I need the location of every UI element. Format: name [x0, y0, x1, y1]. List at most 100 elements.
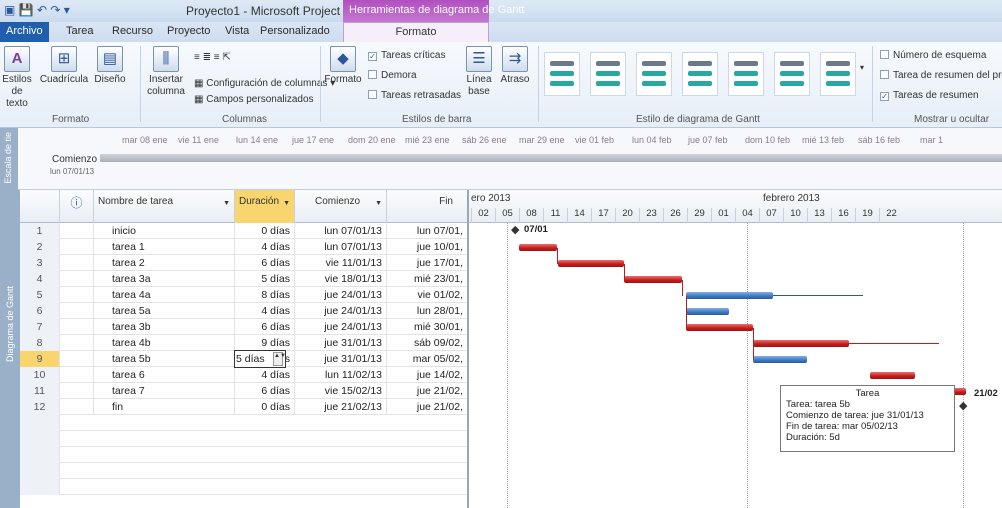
duration-edit-field[interactable]: 5 días ▲▼: [234, 350, 286, 368]
gridlines-button[interactable]: ⊞ Cuadrícula: [38, 46, 90, 86]
task-bar[interactable]: [753, 356, 807, 363]
summary-tasks-checkbox[interactable]: ✓ Tareas de resumen: [880, 90, 979, 102]
finish-cell[interactable]: jue 10/01,: [387, 239, 467, 255]
finish-cell[interactable]: lun 07/01,: [387, 223, 467, 239]
duration-cell[interactable]: 6 días: [235, 319, 295, 335]
gantt-style-1[interactable]: [544, 52, 580, 96]
duration-cell[interactable]: 4 días: [235, 239, 295, 255]
start-cell[interactable]: lun 07/01/13: [295, 239, 387, 255]
duration-cell[interactable]: 9 días: [235, 335, 295, 351]
table-row[interactable]: 6 tarea 5a 4 días jue 24/01/13 lun 28/01,: [20, 303, 467, 319]
gallery-more-icon[interactable]: ▾: [860, 62, 864, 74]
row-number[interactable]: 4: [20, 271, 60, 287]
dropdown-arrow-icon[interactable]: ▼: [375, 200, 382, 207]
start-cell[interactable]: jue 24/01/13: [295, 319, 387, 335]
start-cell[interactable]: lun 11/02/13: [295, 367, 387, 383]
gantt-style-7[interactable]: [820, 52, 856, 96]
format-button[interactable]: ◆ Formato: [324, 46, 362, 86]
critical-tasks-checkbox[interactable]: ✓ Tareas críticas: [368, 50, 445, 62]
finish-cell[interactable]: mié 23/01,: [387, 271, 467, 287]
task-name-cell[interactable]: tarea 6: [94, 367, 235, 383]
info-icon[interactable]: ⓘ: [60, 190, 94, 223]
finish-cell[interactable]: jue 14/02,: [387, 367, 467, 383]
task-bar[interactable]: [624, 276, 682, 283]
finish-cell[interactable]: vie 01/02,: [387, 287, 467, 303]
text-styles-button[interactable]: A Estilos de texto: [0, 46, 34, 110]
header-task-name[interactable]: Nombre de tarea ▼: [94, 190, 235, 223]
dropdown-arrow-icon[interactable]: ▼: [283, 200, 290, 207]
finish-cell[interactable]: jue 21/02,: [387, 383, 467, 399]
start-cell[interactable]: jue 21/02/13: [295, 399, 387, 415]
row-number[interactable]: 5: [20, 287, 60, 303]
empty-row[interactable]: [20, 479, 467, 495]
late-tasks-checkbox[interactable]: Tareas retrasadas: [368, 90, 461, 102]
start-cell[interactable]: jue 24/01/13: [295, 303, 387, 319]
empty-row[interactable]: [20, 463, 467, 479]
milestone-diamond-icon[interactable]: ◆: [959, 401, 967, 412]
gantt-style-4[interactable]: [682, 52, 718, 96]
empty-row[interactable]: [20, 447, 467, 463]
timeline-bar[interactable]: [100, 154, 1002, 162]
duration-cell[interactable]: 4 días: [235, 367, 295, 383]
row-number[interactable]: 12: [20, 399, 60, 415]
finish-cell[interactable]: jue 17/01,: [387, 255, 467, 271]
slippage-button[interactable]: ⇉ Atraso: [498, 46, 532, 86]
start-cell[interactable]: jue 24/01/13: [295, 287, 387, 303]
duration-cell[interactable]: 5 días: [235, 271, 295, 287]
task-bar[interactable]: [870, 372, 915, 379]
task-name-cell[interactable]: tarea 3a: [94, 271, 235, 287]
tab-recurso[interactable]: Recurso: [112, 25, 153, 37]
finish-cell[interactable]: mié 30/01,: [387, 319, 467, 335]
project-summary-checkbox[interactable]: Tarea de resumen del pro: [880, 70, 1002, 82]
slack-checkbox[interactable]: Demora: [368, 70, 417, 82]
finish-cell[interactable]: lun 28/01,: [387, 303, 467, 319]
align-icons[interactable]: ≡ ≣ ≡ ⇱: [194, 52, 231, 64]
empty-row[interactable]: [20, 431, 467, 447]
header-duration[interactable]: Duración ▼: [235, 190, 295, 223]
table-row[interactable]: 7 tarea 3b 6 días jue 24/01/13 mié 30/01,: [20, 319, 467, 335]
task-table[interactable]: ⓘ Nombre de tarea ▼ Duración ▼ Comienzo ▼ F…: [20, 190, 467, 508]
tab-archivo[interactable]: Archivo: [0, 22, 49, 42]
outline-number-checkbox[interactable]: Número de esquema: [880, 50, 986, 62]
task-name-cell[interactable]: tarea 3b: [94, 319, 235, 335]
tab-tarea[interactable]: Tarea: [66, 25, 94, 37]
duration-cell[interactable]: 0 días: [235, 399, 295, 415]
row-number[interactable]: 10: [20, 367, 60, 383]
gantt-style-3[interactable]: [636, 52, 672, 96]
column-settings-button[interactable]: ▦ Configuración de columnas ▾: [194, 78, 335, 90]
task-name-cell[interactable]: fin: [94, 399, 235, 415]
row-number[interactable]: 6: [20, 303, 60, 319]
task-name-cell[interactable]: tarea 2: [94, 255, 235, 271]
dropdown-arrow-icon[interactable]: ▼: [223, 200, 230, 207]
row-number[interactable]: 9: [20, 351, 60, 367]
task-name-cell[interactable]: tarea 1: [94, 239, 235, 255]
duration-cell[interactable]: 8 días: [235, 287, 295, 303]
start-cell[interactable]: jue 31/01/13: [295, 351, 387, 367]
table-row[interactable]: 12 fin 0 días jue 21/02/13 jue 21/02,: [20, 399, 467, 415]
table-row[interactable]: 5 tarea 4a 8 días jue 24/01/13 vie 01/02,: [20, 287, 467, 303]
finish-cell[interactable]: mar 05/02,: [387, 351, 467, 367]
duration-cell[interactable]: 0 días: [235, 223, 295, 239]
row-number[interactable]: 11: [20, 383, 60, 399]
task-name-cell[interactable]: inicio: [94, 223, 235, 239]
empty-row[interactable]: [20, 415, 467, 431]
start-cell[interactable]: jue 31/01/13: [295, 335, 387, 351]
finish-cell[interactable]: sáb 09/02,: [387, 335, 467, 351]
layout-button[interactable]: ▤ Diseño: [92, 46, 128, 86]
table-row[interactable]: 1 inicio 0 días lun 07/01/13 lun 07/01,: [20, 223, 467, 239]
select-all-cell[interactable]: [20, 190, 60, 223]
row-number[interactable]: 1: [20, 223, 60, 239]
task-bar[interactable]: [686, 324, 753, 331]
gantt-style-2[interactable]: [590, 52, 626, 96]
task-name-cell[interactable]: tarea 7: [94, 383, 235, 399]
milestone-diamond-icon[interactable]: ◆: [511, 225, 519, 236]
row-number[interactable]: 3: [20, 255, 60, 271]
table-row[interactable]: 2 tarea 14 días lun 07/01/13 jue 10/01,: [20, 239, 467, 255]
header-finish[interactable]: Fin: [387, 190, 467, 223]
spin-arrows-icon[interactable]: ▲▼: [273, 352, 286, 366]
tab-personalizado[interactable]: Personalizado: [260, 25, 330, 37]
row-number[interactable]: 7: [20, 319, 60, 335]
table-row[interactable]: 4 tarea 3a 5 días vie 18/01/13 mié 23/01,: [20, 271, 467, 287]
start-cell[interactable]: vie 15/02/13: [295, 383, 387, 399]
table-row[interactable]: 8 tarea 4b 9 días jue 31/01/13 sáb 09/02,: [20, 335, 467, 351]
